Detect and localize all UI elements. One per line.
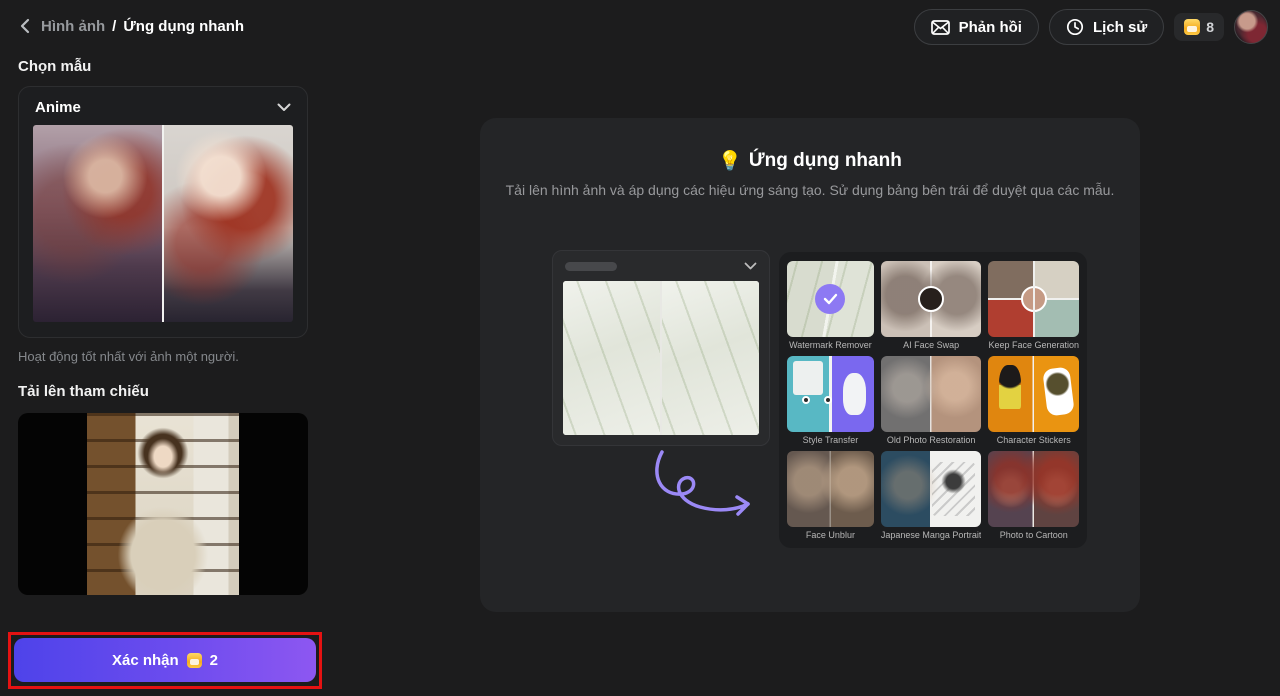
face-inset-icon: [918, 286, 944, 312]
effect-cell-keep-face-generation: Keep Face Generation: [988, 261, 1079, 353]
mail-icon: [931, 20, 950, 35]
effect-cell-old-photo-restoration: Old Photo Restoration: [881, 356, 982, 448]
template-dropdown-value: Anime: [35, 99, 81, 116]
effect-thumb-japanese-manga-portrait: [881, 451, 982, 527]
face-inset-icon: [1021, 286, 1047, 312]
node-dot-icon: [802, 396, 810, 404]
effect-label: Style Transfer: [787, 432, 874, 448]
page-title: Ứng dụng nhanh: [123, 18, 244, 35]
history-label: Lịch sử: [1093, 19, 1147, 36]
effect-label: Old Photo Restoration: [881, 432, 982, 448]
history-icon: [1066, 18, 1084, 36]
effect-thumb-style-transfer: [787, 356, 874, 432]
effect-thumb-character-stickers: [988, 356, 1079, 432]
template-preview-after: [162, 125, 293, 322]
confirm-cost: 2: [210, 652, 218, 669]
reference-image: [87, 413, 239, 595]
effect-thumb-old-photo-restoration: [881, 356, 982, 432]
effects-grid-card: Watermark Remover AI Face Swap Keep Face…: [779, 252, 1087, 548]
effect-cell-style-transfer: Style Transfer: [787, 356, 874, 448]
confirm-label: Xác nhận: [112, 652, 179, 669]
header-actions: Phản hồi Lịch sử 8: [914, 9, 1268, 45]
template-hint: Hoạt động tốt nhất với ảnh một người.: [18, 349, 239, 364]
effects-grid: Watermark Remover AI Face Swap Keep Face…: [787, 261, 1079, 543]
effect-cell-ai-face-swap: AI Face Swap: [881, 261, 982, 353]
effect-cell-face-unblur: Face Unblur: [787, 451, 874, 543]
curly-arrow-icon: [648, 448, 763, 533]
panel-title-text: Ứng dụng nhanh: [749, 150, 902, 172]
effect-label: AI Face Swap: [881, 337, 982, 353]
node-dot-icon: [824, 396, 832, 404]
effect-label: Character Stickers: [988, 432, 1079, 448]
effect-cell-photo-to-cartoon: Photo to Cartoon: [988, 451, 1079, 543]
effect-cell-watermark-remover: Watermark Remover: [787, 261, 874, 353]
template-card: Anime: [18, 86, 308, 338]
back-button[interactable]: [14, 15, 34, 37]
effect-thumb-face-unblur: [787, 451, 874, 527]
breadcrumb-separator: /: [112, 18, 116, 35]
effect-thumb-watermark-remover: [787, 261, 874, 337]
effect-thumb-ai-face-swap: [881, 261, 982, 337]
panel-title: 💡 Ứng dụng nhanh: [480, 149, 1140, 173]
effect-thumb-photo-to-cartoon: [988, 451, 1079, 527]
effect-cell-japanese-manga-portrait: Japanese Manga Portrait: [881, 451, 982, 543]
confirm-button[interactable]: Xác nhận 2: [14, 638, 316, 682]
skeleton-placeholder: [565, 262, 617, 271]
selected-check-icon: [815, 284, 845, 314]
lightbulb-emoji-icon: 💡: [718, 149, 742, 173]
panel-subtitle: Tải lên hình ảnh và áp dụng các hiệu ứng…: [480, 182, 1140, 198]
credits-icon: [187, 653, 202, 668]
feedback-button[interactable]: Phản hồi: [914, 9, 1039, 45]
quick-apply-page: { "header": { "breadcrumb": { "parent": …: [0, 0, 1280, 696]
illustration-dropdown-bar: [553, 251, 769, 281]
main-panel: 💡 Ứng dụng nhanh Tải lên hình ảnh và áp …: [480, 118, 1140, 612]
credits-icon: [1184, 19, 1200, 35]
template-preview-before: [33, 125, 162, 322]
avatar[interactable]: [1234, 10, 1268, 44]
effect-cell-character-stickers: Character Stickers: [988, 356, 1079, 448]
template-dropdown[interactable]: Anime: [19, 87, 307, 125]
template-preview-image: [33, 125, 293, 322]
history-button[interactable]: Lịch sử: [1049, 9, 1164, 45]
effect-label: Japanese Manga Portrait: [881, 527, 982, 543]
flower-image-after: [662, 281, 759, 435]
breadcrumb: Hình ảnh / Ứng dụng nhanh: [14, 15, 244, 37]
effect-label: Keep Face Generation: [988, 337, 1079, 353]
effect-label: Photo to Cartoon: [988, 527, 1079, 543]
effect-label: Watermark Remover: [787, 337, 874, 353]
chevron-left-icon: [19, 18, 30, 34]
chevron-down-icon: [744, 262, 757, 270]
credits-badge[interactable]: 8: [1174, 13, 1224, 41]
templates-section-title: Chọn mẫu: [18, 58, 91, 75]
feedback-label: Phản hồi: [959, 19, 1022, 36]
illustration-before-after: [563, 281, 759, 435]
credits-count: 8: [1206, 19, 1214, 35]
flower-image-before: [563, 281, 660, 435]
reference-upload-box[interactable]: [18, 413, 308, 595]
chevron-down-icon: [277, 103, 291, 112]
illustration-upload-card: [552, 250, 770, 446]
effect-label: Face Unblur: [787, 527, 874, 543]
effect-thumb-keep-face-generation: [988, 261, 1079, 337]
breadcrumb-parent[interactable]: Hình ảnh: [41, 18, 105, 35]
upload-section-title: Tải lên tham chiếu: [18, 383, 149, 400]
